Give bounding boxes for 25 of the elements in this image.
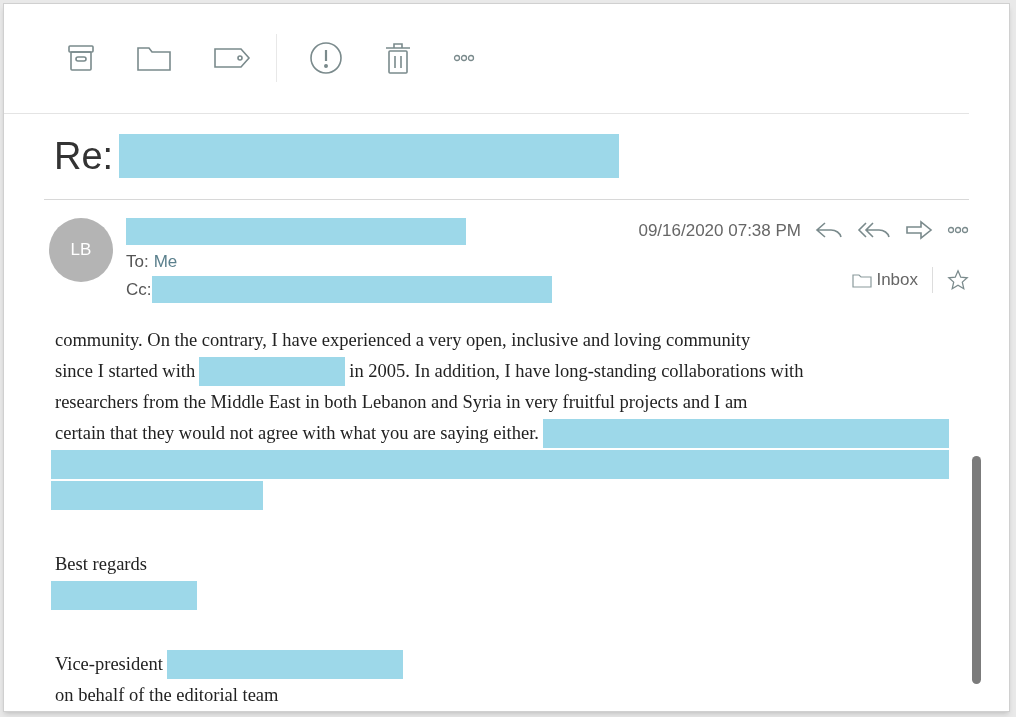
alert-icon[interactable]	[309, 41, 343, 76]
message-date: 09/16/2020 07:38 PM	[638, 219, 801, 242]
more-icon[interactable]	[947, 226, 969, 235]
folder-icon	[852, 271, 873, 288]
body-text: researchers from the Middle East in both Lebanon and Syria in very fruitful projects and I am	[54, 390, 749, 414]
more-icon[interactable]	[453, 54, 475, 63]
forward-icon[interactable]	[905, 220, 933, 241]
body-text: on behalf of the editorial team	[54, 683, 280, 707]
reply-icon[interactable]	[815, 220, 843, 241]
to-label: To:	[126, 250, 149, 273]
recipient-name: Me	[153, 250, 178, 273]
trash-icon[interactable]	[383, 41, 413, 76]
body-text: in 2005. In addition, I have long-standing collaborations with	[348, 359, 805, 383]
star-icon[interactable]	[947, 268, 969, 291]
body-text: certain that they would not agree with what you are saying either.	[54, 421, 540, 445]
archive-box-icon[interactable]	[66, 43, 96, 74]
folder-label[interactable]: Inbox	[876, 267, 933, 293]
body-text: Vice-president	[54, 652, 164, 676]
body-text: since I started with	[54, 359, 197, 383]
body-text: community. On the contrary, I have experienced a very open, inclusive and loving community	[54, 328, 752, 352]
scrollbar[interactable]	[972, 456, 981, 684]
subject-prefix: Re:	[54, 133, 114, 179]
body-text: Best regards	[54, 552, 148, 576]
cc-label: Cc:	[126, 278, 152, 301]
avatar: LB	[49, 217, 113, 282]
